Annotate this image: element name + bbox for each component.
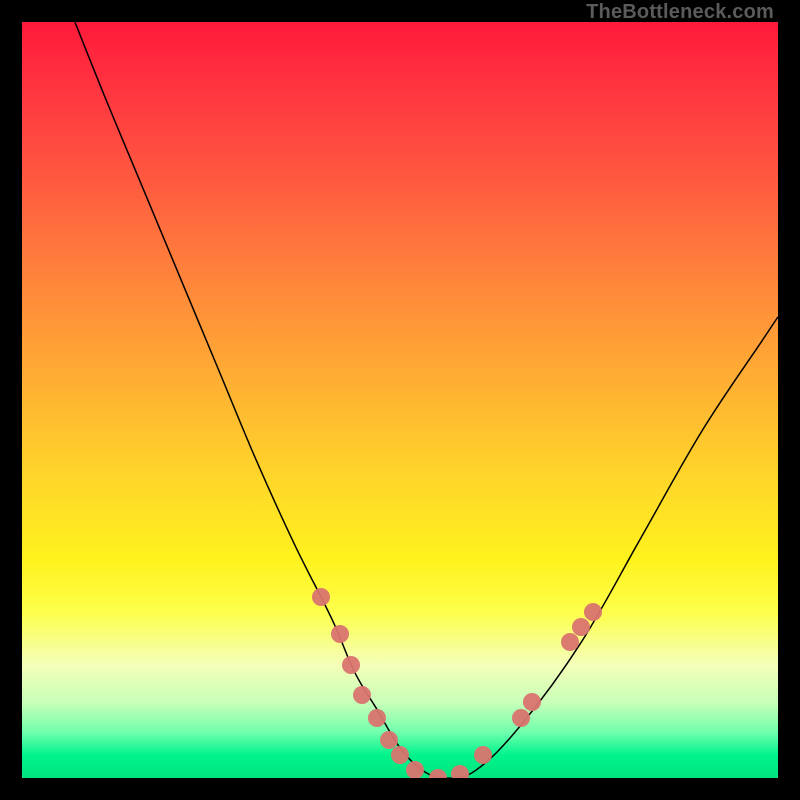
data-marker xyxy=(312,588,330,606)
data-marker xyxy=(368,709,386,727)
data-marker xyxy=(561,633,579,651)
data-marker xyxy=(523,693,541,711)
data-marker xyxy=(512,709,530,727)
chart-root: TheBottleneck.com xyxy=(0,0,800,800)
data-marker xyxy=(331,625,349,643)
plot-area xyxy=(22,22,778,778)
data-marker xyxy=(584,603,602,621)
data-marker xyxy=(474,746,492,764)
curve-svg xyxy=(22,22,778,778)
data-marker xyxy=(391,746,409,764)
data-marker xyxy=(353,686,371,704)
curve-path xyxy=(75,22,778,778)
data-marker xyxy=(451,765,469,778)
data-marker xyxy=(342,656,360,674)
data-marker xyxy=(572,618,590,636)
attribution-text: TheBottleneck.com xyxy=(586,1,774,24)
data-marker xyxy=(406,761,424,778)
